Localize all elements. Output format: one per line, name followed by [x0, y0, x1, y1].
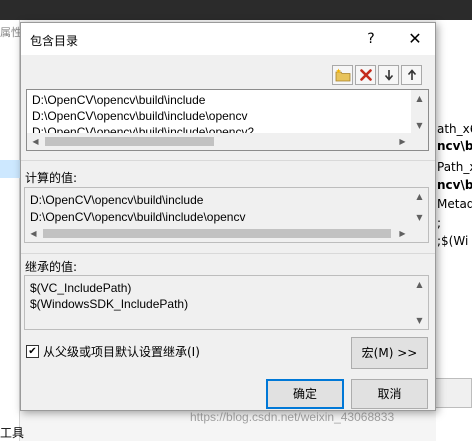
scrollbar-thumb[interactable]	[45, 137, 214, 146]
scroll-corner	[411, 134, 428, 150]
separator	[21, 253, 435, 254]
computed-value-line: D:\OpenCV\opencv\build\include\opencv	[30, 210, 246, 224]
vertical-scrollbar[interactable]: ▲ ▼	[411, 90, 428, 134]
move-up-button[interactable]	[401, 65, 422, 85]
background-text-line: Path_x	[437, 160, 472, 174]
background-left-panel	[0, 20, 20, 441]
inherited-values-label: 继承的值:	[25, 260, 78, 274]
scroll-right-arrow-icon[interactable]: ▶	[394, 225, 411, 242]
inherit-checkbox-row[interactable]: ✔ 从父级或项目默认设置继承(I)	[26, 343, 200, 360]
background-text-line: ;$(Wi	[437, 234, 469, 248]
background-text-line: ;	[437, 216, 442, 230]
delete-line-button[interactable]	[355, 65, 376, 85]
include-directories-list[interactable]: D:\OpenCV\opencv\build\include D:\OpenCV…	[26, 89, 429, 151]
inherit-checkbox-label[interactable]: 从父级或项目默认设置继承(I)	[43, 343, 200, 360]
scroll-up-arrow-icon[interactable]: ▲	[411, 276, 428, 293]
delete-icon	[359, 69, 372, 81]
inherited-value-line: $(VC_IncludePath)	[30, 281, 132, 295]
vertical-scrollbar[interactable]: ▲ ▼	[411, 276, 428, 329]
scroll-left-arrow-icon[interactable]: ◀	[25, 225, 42, 242]
scroll-up-arrow-icon[interactable]: ▲	[411, 90, 428, 107]
scroll-down-arrow-icon[interactable]: ▼	[411, 117, 428, 134]
scroll-right-arrow-icon[interactable]: ▶	[394, 133, 411, 150]
separator	[21, 160, 435, 161]
computed-values-label: 计算的值:	[25, 171, 78, 185]
checkmark-icon: ✔	[28, 345, 37, 357]
list-item[interactable]: D:\OpenCV\opencv\build\include\opencv	[32, 109, 247, 123]
computed-value-line: D:\OpenCV\opencv\build\include	[30, 193, 204, 207]
new-folder-icon	[335, 68, 350, 82]
background-text-line: ncv\b	[437, 178, 472, 192]
move-down-button[interactable]	[378, 65, 399, 85]
scroll-down-arrow-icon[interactable]: ▼	[411, 312, 428, 329]
background-text-line: Metada	[437, 197, 472, 211]
horizontal-scrollbar[interactable]: ◀ ▶	[25, 225, 411, 242]
list-toolbar	[332, 65, 422, 85]
dialog-title: 包含目录	[30, 34, 79, 48]
scroll-up-arrow-icon[interactable]: ▲	[411, 188, 428, 205]
watermark: https://blog.csdn.net/weixin_43068833	[190, 410, 395, 424]
inherited-value-line: $(WindowsSDK_IncludePath)	[30, 297, 189, 311]
dialog-title-bar: 包含目录 ? ✕	[21, 23, 435, 55]
background-selected-row	[0, 160, 20, 178]
arrow-down-icon	[384, 70, 393, 81]
background-title-bar	[0, 0, 472, 20]
include-directories-dialog: 包含目录 ? ✕ D:\OpenCV\opencv\build\include …	[20, 22, 436, 411]
background-text-line: ath_x6	[437, 122, 472, 136]
background-button	[434, 378, 472, 408]
cancel-button[interactable]: 取消	[351, 379, 428, 409]
background-text-line: ncv\b	[437, 139, 472, 153]
help-button[interactable]: ?	[360, 29, 382, 49]
horizontal-scrollbar[interactable]: ◀ ▶	[27, 133, 411, 150]
scroll-down-arrow-icon[interactable]: ▼	[411, 209, 428, 226]
inherited-values-box: $(VC_IncludePath) $(WindowsSDK_IncludePa…	[24, 275, 429, 330]
inherit-checkbox[interactable]: ✔	[26, 345, 39, 358]
background-tool-label: 工具	[0, 426, 25, 440]
new-line-button[interactable]	[332, 65, 353, 85]
vertical-scrollbar[interactable]: ▲ ▼	[411, 188, 428, 226]
scroll-left-arrow-icon[interactable]: ◀	[27, 133, 44, 150]
arrow-up-icon	[407, 69, 416, 80]
macros-button[interactable]: 宏(M) >>	[351, 337, 428, 369]
ok-button[interactable]: 确定	[266, 379, 344, 409]
close-button[interactable]: ✕	[401, 28, 429, 50]
scrollbar-thumb[interactable]	[43, 229, 391, 238]
computed-values-box: D:\OpenCV\opencv\build\include D:\OpenCV…	[24, 187, 429, 243]
list-item[interactable]: D:\OpenCV\opencv\build\include	[32, 93, 205, 107]
background-left-title: 属性	[0, 26, 22, 39]
